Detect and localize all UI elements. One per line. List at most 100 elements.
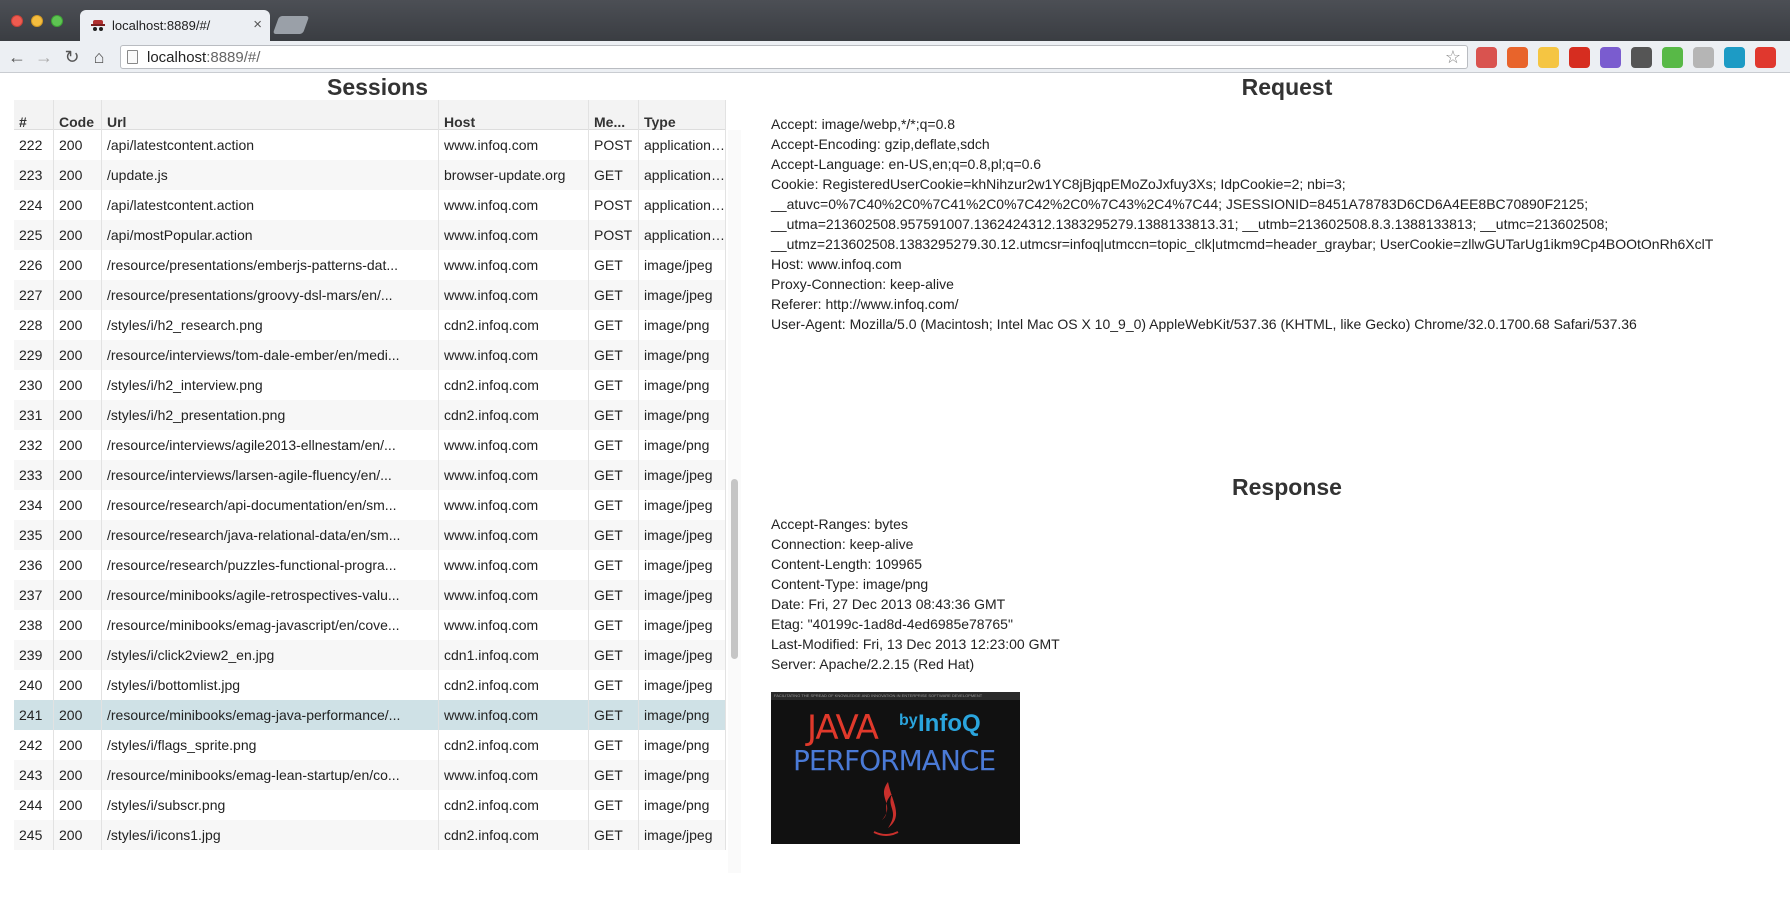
table-row[interactable]: 231 200/styles/i/h2_presentation.png cdn2.… <box>14 400 726 430</box>
column-header-type[interactable]: Type <box>639 100 726 130</box>
new-tab-button[interactable] <box>272 16 310 34</box>
bookmark-star-icon[interactable]: ☆ <box>1445 47 1461 68</box>
table-row[interactable]: 234 200/resource/research/api-documentati… <box>14 490 726 520</box>
table-row[interactable]: 227 200/resource/presentations/groovy-dsl… <box>14 280 726 310</box>
table-scrollbar[interactable] <box>728 130 741 873</box>
table-row[interactable]: 228 200/styles/i/h2_research.png cdn2.info… <box>14 310 726 340</box>
table-row[interactable]: 242 200/styles/i/flags_sprite.png cdn2.inf… <box>14 730 726 760</box>
cell-method: POST <box>589 190 639 220</box>
header-line: __utmz=213602508.1383295279.30.12.utmcsr… <box>771 236 1714 252</box>
pocket-ext-icon[interactable] <box>1631 47 1652 68</box>
table-row[interactable]: 238 200/resource/minibooks/emag-javascrip… <box>14 610 726 640</box>
android-ext-icon[interactable] <box>1693 47 1714 68</box>
window-maximize-button[interactable] <box>51 15 63 27</box>
cell-number: 241 <box>14 700 54 730</box>
cell-type: image/jpeg <box>639 640 726 670</box>
cell-type: image/jpeg <box>639 670 726 700</box>
cell-url: /styles/i/subscr.png <box>102 790 439 820</box>
table-header: # Code Url Host Me... Type <box>14 100 726 130</box>
table-row[interactable]: 229 200/resource/interviews/tom-dale-embe… <box>14 340 726 370</box>
cell-number: 234 <box>14 490 54 520</box>
table-row[interactable]: 226 200/resource/presentations/emberjs-pa… <box>14 250 726 280</box>
cell-url: /api/latestcontent.action <box>102 190 439 220</box>
cell-url: /api/latestcontent.action <box>102 130 439 160</box>
cell-host: cdn2.infoq.com <box>439 730 589 760</box>
reload-icon[interactable]: ↻ <box>61 46 83 68</box>
table-row[interactable]: 243 200/resource/minibooks/emag-lean-star… <box>14 760 726 790</box>
cell-host: www.infoq.com <box>439 760 589 790</box>
header-line: Date: Fri, 27 Dec 2013 08:43:36 GMT <box>771 596 1006 612</box>
table-row[interactable]: 244 200/styles/i/subscr.png cdn2.infoq.com… <box>14 790 726 820</box>
cell-type: image/jpeg <box>639 820 726 850</box>
cell-code: 200 <box>54 670 102 700</box>
column-header-number[interactable]: # <box>14 100 54 130</box>
column-header-url[interactable]: Url <box>102 100 439 130</box>
header-line: Last-Modified: Fri, 13 Dec 2013 12:23:00… <box>771 636 1060 652</box>
table-row[interactable]: 224 200/api/latestcontent.action www.infoq… <box>14 190 726 220</box>
header-line: Content-Length: 109965 <box>771 556 923 572</box>
table-row[interactable]: 230 200/styles/i/h2_interview.png cdn2.inf… <box>14 370 726 400</box>
cell-number: 233 <box>14 460 54 490</box>
cell-method: GET <box>589 310 639 340</box>
url-text[interactable]: localhost:8889/#/ <box>147 49 260 66</box>
cell-code: 200 <box>54 160 102 190</box>
table-row[interactable]: 237 200/resource/minibooks/agile-retrospe… <box>14 580 726 610</box>
cell-number: 242 <box>14 730 54 760</box>
grid-ext-icon[interactable] <box>1600 47 1621 68</box>
cell-host: cdn2.infoq.com <box>439 790 589 820</box>
cell-code: 200 <box>54 130 102 160</box>
cell-host: www.infoq.com <box>439 550 589 580</box>
star-ext-icon[interactable] <box>1538 47 1559 68</box>
table-row[interactable]: 241 200/resource/minibooks/emag-java-perf… <box>14 700 726 730</box>
address-bar[interactable]: localhost:8889/#/ ☆ <box>120 45 1468 69</box>
column-header-host[interactable]: Host <box>439 100 589 130</box>
column-header-code[interactable]: Code <box>54 100 102 130</box>
cell-code: 200 <box>54 820 102 850</box>
feed-ext-icon[interactable] <box>1724 47 1745 68</box>
cell-method: GET <box>589 670 639 700</box>
table-row[interactable]: 235 200/resource/research/java-relational… <box>14 520 726 550</box>
table-row[interactable]: 222 200/api/latestcontent.action www.infoq… <box>14 130 726 160</box>
window-close-button[interactable] <box>11 15 23 27</box>
header-line: Connection: keep-alive <box>771 536 914 552</box>
back-arrow-icon[interactable]: ← <box>6 46 28 68</box>
cell-number: 232 <box>14 430 54 460</box>
cell-url: /styles/i/h2_research.png <box>102 310 439 340</box>
cell-code: 200 <box>54 490 102 520</box>
cell-type: image/jpeg <box>639 610 726 640</box>
table-row[interactable]: 233 200/resource/interviews/larsen-agile-… <box>14 460 726 490</box>
firebug-ext-icon[interactable] <box>1507 47 1528 68</box>
scrollbar-thumb[interactable] <box>731 479 738 659</box>
cell-code: 200 <box>54 640 102 670</box>
window-minimize-button[interactable] <box>31 15 43 27</box>
cell-url: /styles/i/h2_presentation.png <box>102 400 439 430</box>
table-row[interactable]: 240 200/styles/i/bottomlist.jpg cdn2.infoq… <box>14 670 726 700</box>
cell-type: image/jpeg <box>639 460 726 490</box>
cell-number: 225 <box>14 220 54 250</box>
table-row[interactable]: 245 200/styles/i/icons1.jpg cdn2.infoq.com… <box>14 820 726 850</box>
table-row[interactable]: 225 200/api/mostPopular.action www.infoq.c… <box>14 220 726 250</box>
forward-arrow-icon[interactable]: → <box>33 46 55 68</box>
column-header-method[interactable]: Me... <box>589 100 639 130</box>
table-row[interactable]: 236 200/resource/research/puzzles-functio… <box>14 550 726 580</box>
table-row[interactable]: 239 200/styles/i/click2view2_en.jpg cdn1.i… <box>14 640 726 670</box>
cell-method: GET <box>589 250 639 280</box>
adblock-ext-icon[interactable] <box>1755 47 1776 68</box>
cell-type: image/jpeg <box>639 580 726 610</box>
cell-method: GET <box>589 280 639 310</box>
bookmark-ext-icon[interactable] <box>1476 47 1497 68</box>
cell-host: www.infoq.com <box>439 130 589 160</box>
home-icon[interactable]: ⌂ <box>88 46 110 68</box>
cell-code: 200 <box>54 610 102 640</box>
table-row[interactable]: 232 200/resource/interviews/agile2013-ell… <box>14 430 726 460</box>
tab-close-icon[interactable]: × <box>253 16 262 33</box>
cell-method: GET <box>589 640 639 670</box>
browser-tab-active[interactable]: localhost:8889/#/ × <box>80 10 270 41</box>
evernote-ext-icon[interactable] <box>1662 47 1683 68</box>
table-row[interactable]: 223 200/update.js browser-update.org GET app… <box>14 160 726 190</box>
cell-type: application/... <box>639 130 726 160</box>
cell-number: 244 <box>14 790 54 820</box>
cell-code: 200 <box>54 760 102 790</box>
power-ext-icon[interactable] <box>1569 47 1590 68</box>
cell-method: POST <box>589 220 639 250</box>
